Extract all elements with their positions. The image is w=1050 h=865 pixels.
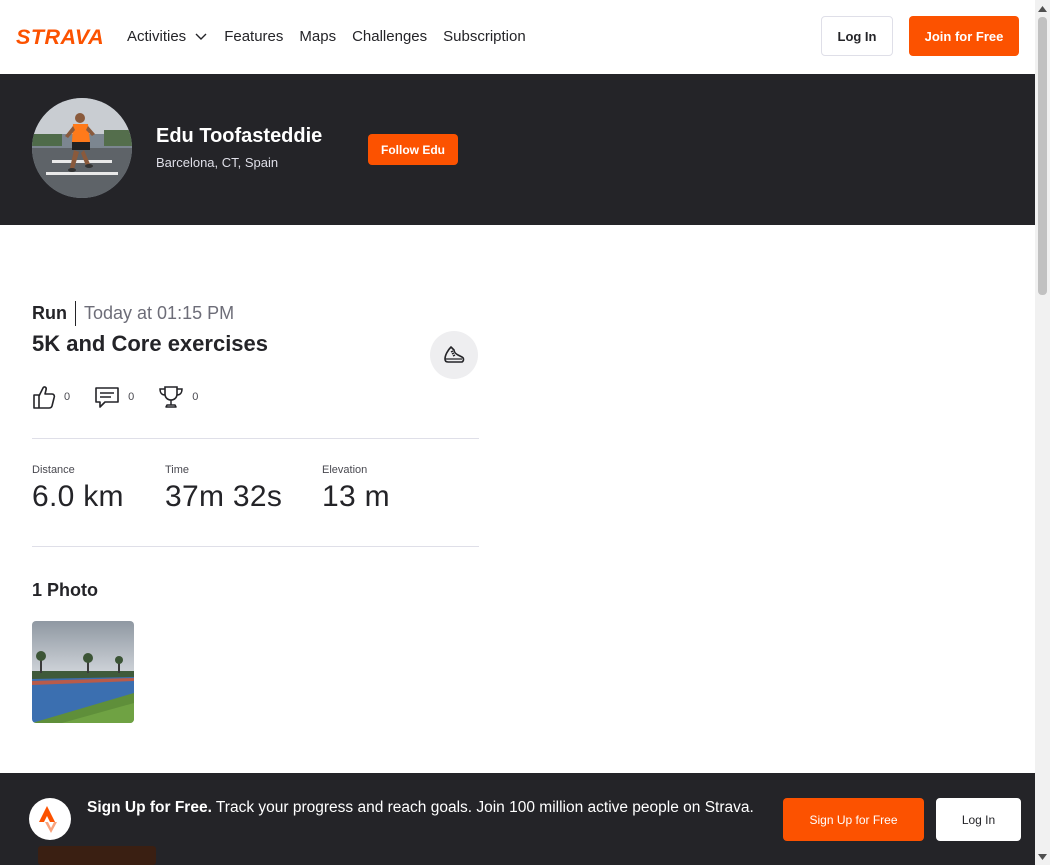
stat-time: Time 37m 32s bbox=[165, 464, 282, 514]
avatar-photo bbox=[32, 98, 132, 198]
kudos-count: 0 bbox=[64, 391, 71, 403]
activity-photo[interactable] bbox=[32, 621, 134, 723]
divider bbox=[32, 546, 479, 547]
kudos-action[interactable]: 0 bbox=[32, 384, 70, 410]
banner-body: Track your progress and reach goals. Joi… bbox=[215, 799, 754, 816]
page: STRAVA Activities Features Maps Challeng… bbox=[0, 0, 1050, 865]
achievements-count: 0 bbox=[192, 391, 199, 403]
divider bbox=[32, 438, 479, 439]
social-actions: 0 0 0 bbox=[32, 384, 222, 410]
stat-label: Time bbox=[165, 464, 190, 476]
stat-value: 13 m bbox=[322, 480, 390, 513]
photo-image bbox=[32, 621, 134, 723]
banner-login-button[interactable]: Log In bbox=[936, 798, 1021, 841]
photos-heading: 1 Photo bbox=[32, 580, 98, 600]
sport-badge bbox=[430, 331, 478, 379]
strava-logo[interactable]: STRAVA bbox=[16, 26, 111, 46]
comments-action[interactable]: 0 bbox=[94, 385, 134, 409]
achievements-action[interactable]: 0 bbox=[158, 384, 198, 410]
athlete-header: Edu Toofasteddie Barcelona, CT, Spain Fo… bbox=[0, 74, 1035, 225]
stat-label: Elevation bbox=[322, 464, 368, 476]
comments-count: 0 bbox=[128, 391, 135, 403]
nav-item-features[interactable]: Features bbox=[224, 28, 283, 45]
comment-icon bbox=[95, 387, 119, 408]
athlete-name[interactable]: Edu Toofasteddie bbox=[156, 125, 322, 148]
activity-date: Today at 01:15 PM bbox=[84, 303, 235, 323]
nav-item-label: Activities bbox=[127, 27, 187, 45]
thumbs-up-icon bbox=[33, 386, 56, 409]
join-button[interactable]: Join for Free bbox=[909, 16, 1019, 56]
trophy-icon bbox=[159, 386, 184, 408]
top-nav: STRAVA Activities Features Maps Challeng… bbox=[0, 0, 1035, 74]
logo-text: STRAVA bbox=[16, 26, 104, 46]
stat-distance: Distance 6.0 km bbox=[32, 464, 124, 514]
nav-item-challenges[interactable]: Challenges bbox=[352, 28, 427, 45]
follow-button[interactable]: Follow Edu bbox=[368, 134, 458, 165]
nav-item-label: Challenges bbox=[352, 27, 428, 45]
signup-button[interactable]: Sign Up for Free bbox=[783, 798, 924, 841]
nav-item-label: Features bbox=[224, 27, 284, 45]
stat-label: Distance bbox=[32, 464, 75, 476]
nav-item-label: Maps bbox=[299, 27, 337, 45]
nav-item-maps[interactable]: Maps bbox=[299, 28, 336, 45]
main-nav: Activities Features Maps Challenges Subs… bbox=[127, 0, 542, 72]
strava-chevrons-icon bbox=[39, 806, 57, 833]
chevron-down-icon bbox=[195, 33, 207, 40]
strava-mark-icon bbox=[29, 798, 71, 840]
stat-value: 6.0 km bbox=[32, 480, 124, 513]
login-button[interactable]: Log In bbox=[821, 16, 893, 56]
nav-item-subscription[interactable]: Subscription bbox=[443, 28, 526, 45]
running-shoe-icon bbox=[444, 346, 465, 363]
athlete-location: Barcelona, CT, Spain bbox=[156, 155, 279, 170]
activity-title: 5K and Core exercises bbox=[32, 331, 269, 356]
stat-value: 37m 32s bbox=[165, 480, 283, 513]
activity-meta: Run Today at 01:15 PM bbox=[32, 301, 234, 326]
nav-item-label: Subscription bbox=[443, 27, 526, 45]
partially-hidden-element bbox=[38, 846, 156, 865]
banner-text: Sign Up for Free. Track your progress an… bbox=[87, 797, 757, 819]
signup-banner: Sign Up for Free. Track your progress an… bbox=[0, 773, 1035, 865]
nav-item-activities[interactable]: Activities bbox=[127, 28, 208, 45]
stat-elevation: Elevation 13 m bbox=[322, 464, 390, 514]
athlete-avatar[interactable] bbox=[32, 98, 132, 198]
banner-headline: Sign Up for Free. bbox=[87, 799, 212, 816]
activity-type: Run bbox=[32, 301, 76, 326]
